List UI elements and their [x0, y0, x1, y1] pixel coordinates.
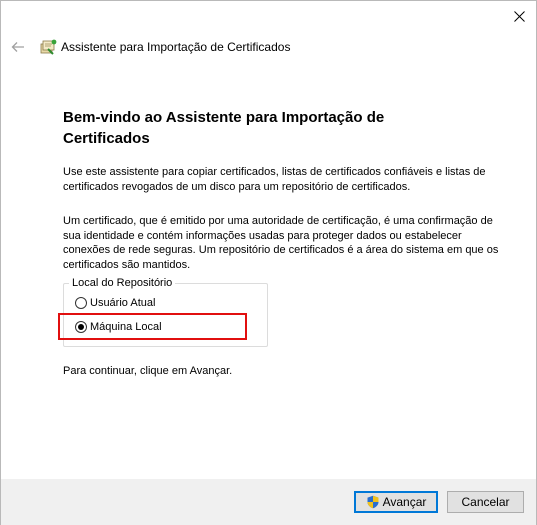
radio-button[interactable] [75, 297, 87, 309]
highlight-box [58, 313, 247, 340]
back-arrow-icon [11, 42, 24, 52]
radio-current-user[interactable]: Usuário Atual [75, 295, 155, 311]
close-icon [513, 10, 525, 22]
store-location-label: Local do Repositório [69, 277, 176, 289]
close-button[interactable] [502, 1, 536, 31]
cancel-button-label: Cancelar [461, 495, 510, 509]
wizard-window: Assistente para Importação de Certificad… [0, 0, 537, 525]
continue-instruction: Para continuar, clique em Avançar. [63, 365, 233, 377]
back-button[interactable] [9, 38, 27, 56]
radio-label: Usuário Atual [90, 297, 156, 309]
page-heading: Bem-vindo ao Assistente para Importação … [63, 109, 385, 147]
next-button[interactable]: Avançar [354, 491, 438, 513]
certificate-wizard-icon [40, 39, 57, 55]
certificate-description: Um certificado, que é emitido por uma au… [63, 215, 499, 271]
uac-shield-icon [367, 495, 379, 509]
wizard-header: Assistente para Importação de Certificad… [1, 31, 536, 63]
intro-paragraph: Use este assistente para copiar certific… [63, 166, 486, 193]
cancel-button[interactable]: Cancelar [447, 491, 524, 513]
next-button-label: Avançar [382, 495, 427, 509]
wizard-title: Assistente para Importação de Certificad… [61, 40, 291, 54]
